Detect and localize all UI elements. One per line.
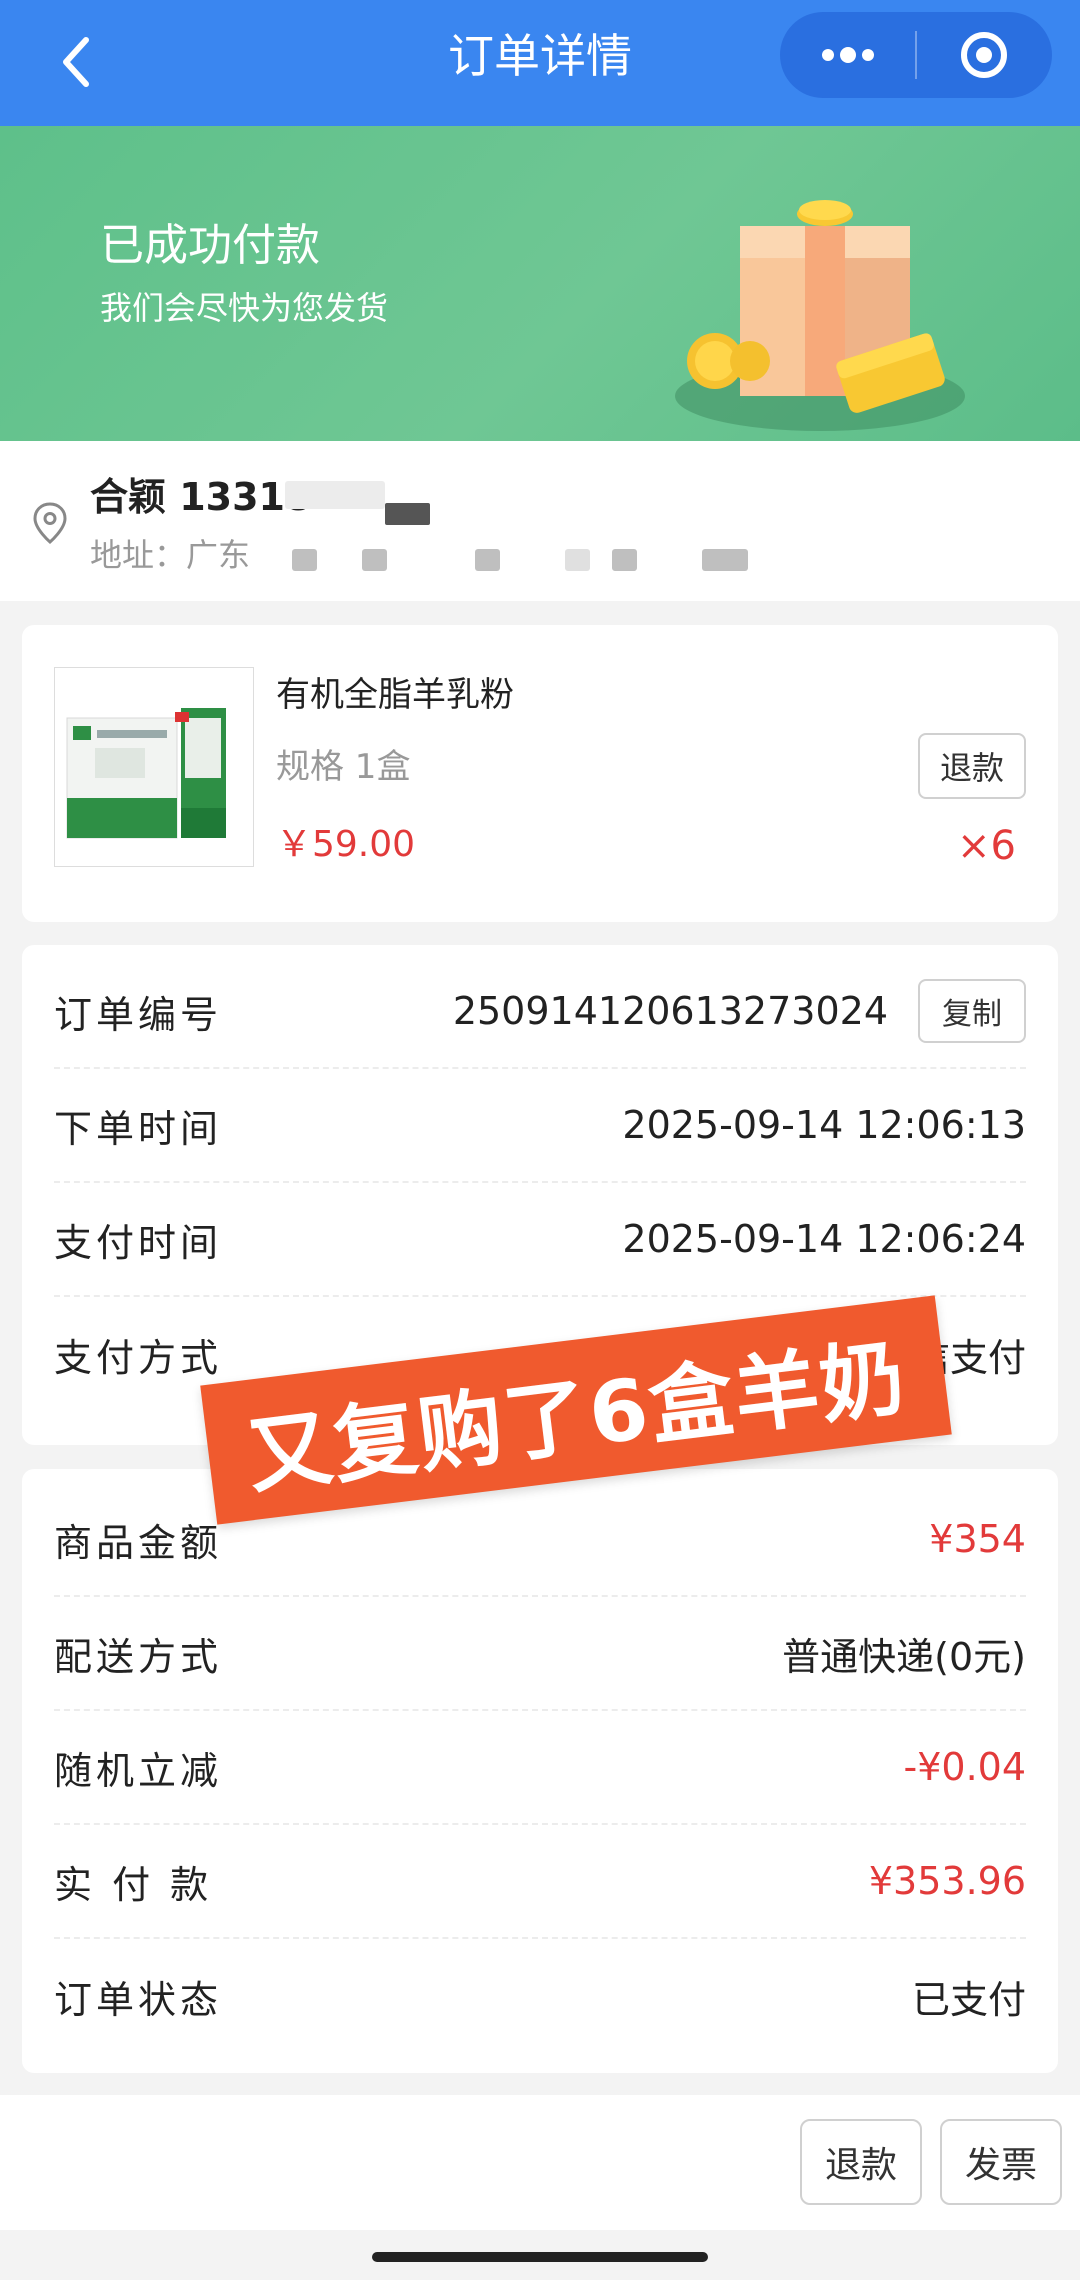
address-line: 地址：广东 [90, 536, 251, 574]
banner-title: 已成功付款 [100, 220, 320, 271]
milk-powder-box-icon [55, 668, 253, 866]
order-number-label: 订单编号 [54, 992, 223, 1037]
actual-paid-value: ¥353.96 [868, 1859, 1026, 1903]
delivery-method-value: 普通快递(0元) [782, 1634, 1026, 1679]
location-pin-icon [33, 502, 67, 544]
redacted-address [292, 549, 317, 571]
redacted-address [362, 549, 387, 571]
product-price: ￥59.00 [276, 824, 416, 865]
invoice-button[interactable]: 发票 [940, 2119, 1062, 2205]
delivery-method-row: 配送方式 普通快递(0元) [54, 1597, 1026, 1711]
order-time-value: 2025-09-14 12:06:13 [622, 1103, 1026, 1147]
order-number-value: 250914120613273024 [452, 989, 888, 1033]
product-quantity: ×6 [957, 823, 1016, 869]
order-time-row: 下单时间 2025-09-14 12:06:13 [54, 1069, 1026, 1183]
redacted-address [475, 549, 500, 571]
amount-summary-card: 商品金额 ¥354 配送方式 普通快递(0元) 随机立减 -¥0.04 实 付 … [22, 1469, 1058, 2073]
order-status-row: 订单状态 已支付 [54, 1939, 1026, 2053]
more-dots-icon [821, 47, 874, 63]
goods-amount-row: 商品金额 ¥354 [54, 1483, 1026, 1597]
random-discount-value: -¥0.04 [903, 1745, 1027, 1789]
pay-method-label: 支付方式 [54, 1335, 223, 1380]
goods-amount-value: ¥354 [929, 1517, 1026, 1561]
order-time-label: 下单时间 [54, 1106, 223, 1151]
copy-order-number-button[interactable]: 复制 [918, 979, 1026, 1043]
order-number-row: 订单编号 250914120613273024 复制 [54, 955, 1026, 1069]
mini-program-capsule [780, 12, 1052, 98]
actual-paid-row: 实 付 款 ¥353.96 [54, 1825, 1026, 1939]
refund-button[interactable]: 退款 [800, 2119, 922, 2205]
gift-box-illustration [675, 200, 965, 431]
nav-header: 订单详情 [0, 0, 1080, 126]
target-circle-icon [961, 32, 1008, 78]
banner-subtitle: 我们会尽快为您发货 [100, 289, 389, 327]
pay-time-label: 支付时间 [54, 1220, 223, 1265]
redacted-address [612, 549, 637, 571]
delivery-method-label: 配送方式 [54, 1634, 223, 1679]
pay-time-value: 2025-09-14 12:06:24 [622, 1217, 1026, 1261]
actual-paid-label: 实 付 款 [54, 1862, 213, 1907]
product-card: 有机全脂羊乳粉 规格 1盒 ￥59.00 退款 ×6 [22, 625, 1058, 922]
pay-time-row: 支付时间 2025-09-14 12:06:24 [54, 1183, 1026, 1297]
order-status-label: 订单状态 [54, 1977, 223, 2022]
random-discount-row: 随机立减 -¥0.04 [54, 1711, 1026, 1825]
goods-amount-label: 商品金额 [54, 1520, 223, 1565]
recipient-name-phone: 合颖 13318 [90, 475, 312, 519]
item-refund-button[interactable]: 退款 [918, 733, 1026, 799]
redacted-mark [385, 503, 430, 525]
payment-success-banner: 已成功付款 我们会尽快为您发货 [0, 126, 1080, 441]
shipping-address[interactable]: 合颖 13318 地址：广东 [0, 441, 1080, 601]
product-image[interactable] [54, 667, 254, 867]
product-name: 有机全脂羊乳粉 [276, 675, 514, 715]
redacted-phone [285, 481, 385, 509]
redacted-address [702, 549, 748, 571]
order-status-value: 已支付 [911, 1977, 1026, 2022]
bottom-action-bar: 退款 发票 [0, 2095, 1080, 2230]
more-button[interactable] [780, 12, 915, 98]
product-spec: 规格 1盒 [276, 747, 411, 787]
redacted-address [565, 549, 590, 571]
home-indicator[interactable] [372, 2252, 708, 2262]
random-discount-label: 随机立减 [54, 1748, 223, 1793]
close-button[interactable] [917, 12, 1052, 98]
